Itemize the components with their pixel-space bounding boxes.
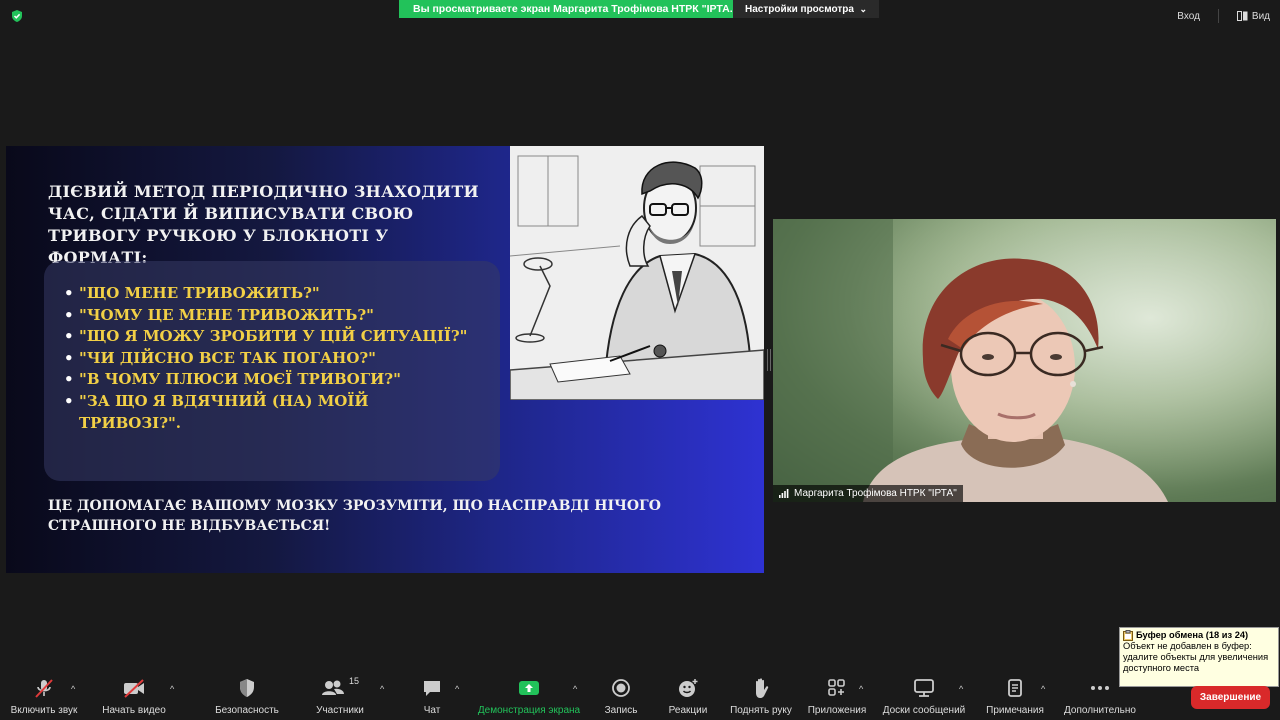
man-sketch-illustration <box>510 146 764 400</box>
notes-options-caret[interactable]: ^ <box>1041 684 1045 694</box>
view-settings-button[interactable]: Настройки просмотра ⌄ <box>733 0 879 18</box>
participant-name-tag: Маргарита Трофімова НТРК "ІРТА" <box>773 485 963 502</box>
whiteboard-icon <box>914 679 934 697</box>
record-button[interactable]: Запись <box>598 676 644 716</box>
participants-label: Участники <box>316 705 364 716</box>
signal-strength-icon <box>779 489 789 498</box>
reactions-button[interactable]: Реакции <box>664 676 712 716</box>
apps-options-caret[interactable]: ^ <box>859 684 863 694</box>
microphone-muted-icon <box>35 679 53 698</box>
chat-options-caret[interactable]: ^ <box>455 684 459 694</box>
record-icon <box>612 679 630 697</box>
participant-video-tile[interactable]: Маргарита Трофімова НТРК "ІРТА" <box>773 219 1276 502</box>
clipboard-message: Объект не добавлен в буфер: удалите объе… <box>1123 641 1269 673</box>
shield-check-icon[interactable] <box>10 9 24 23</box>
start-video-button[interactable]: Начать видео <box>100 676 168 716</box>
clipboard-icon <box>1123 630 1133 641</box>
record-label: Запись <box>604 705 638 716</box>
top-right-controls: Вход Вид <box>1177 9 1270 23</box>
apps-button[interactable]: Приложения <box>804 676 870 716</box>
sharing-status-text: Вы просматриваете экран Маргарита Трофім… <box>399 0 733 18</box>
unmute-label: Включить звук <box>10 705 78 716</box>
smiley-icon <box>679 679 698 697</box>
shared-slide: ДІЄВИЙ МЕТОД ПЕРІОДИЧНО ЗНАХОДИТИ ЧАС, С… <box>6 146 764 573</box>
chat-bubble-icon <box>424 681 440 696</box>
question-item: "ЧОМУ ЦЕ МЕНЕ ТРИВОЖИТЬ?" <box>64 305 468 327</box>
unmute-button[interactable]: Включить звук <box>8 676 80 716</box>
camera-off-icon <box>124 679 144 698</box>
view-label: Вид <box>1251 10 1270 22</box>
participants-options-caret[interactable]: ^ <box>380 684 384 694</box>
view-settings-label: Настройки просмотра <box>745 3 854 15</box>
raise-hand-label: Поднять руку <box>730 705 792 716</box>
notes-button[interactable]: Примечания <box>982 676 1048 716</box>
notes-icon <box>1008 679 1022 697</box>
chat-button[interactable]: Чат <box>412 676 452 716</box>
more-dots-icon <box>1091 686 1109 690</box>
end-meeting-button[interactable]: Завершение <box>1191 686 1270 709</box>
share-options-caret[interactable]: ^ <box>573 684 577 694</box>
apps-icon <box>828 679 845 696</box>
whiteboards-label: Доски сообщений <box>882 705 966 716</box>
more-button[interactable]: Дополнительно <box>1060 676 1140 716</box>
separator <box>1217 9 1219 23</box>
chat-label: Чат <box>423 705 441 716</box>
start-video-label: Начать видео <box>102 705 166 716</box>
security-shield-icon <box>240 679 254 697</box>
participants-button[interactable]: 15 Участники <box>310 676 370 716</box>
raise-hand-button[interactable]: Поднять руку <box>726 676 796 716</box>
share-screen-button[interactable]: Демонстрация экрана <box>474 676 584 716</box>
slide-heading: ДІЄВИЙ МЕТОД ПЕРІОДИЧНО ЗНАХОДИТИ ЧАС, С… <box>48 182 479 267</box>
whiteboards-options-caret[interactable]: ^ <box>959 684 963 694</box>
question-item: "ЩО Я МОЖУ ЗРОБИТИ У ЦІЙ СИТУАЦІЇ?" <box>64 326 467 348</box>
view-button[interactable]: Вид <box>1236 10 1270 22</box>
clipboard-title: Буфер обмена (18 из 24) <box>1136 630 1249 640</box>
reactions-label: Реакции <box>668 705 708 716</box>
exit-button[interactable]: Вход <box>1177 11 1200 22</box>
view-grid-icon <box>1236 11 1248 21</box>
question-item: "ЩО МЕНЕ ТРИВОЖИТЬ?" <box>64 283 468 305</box>
meeting-toolbar: Включить звук ^ Начать видео ^ Безопасно… <box>0 676 1280 720</box>
question-item: "ЗА ЩО Я ВДЯЧНИЙ (НА) МОЇЙ ТРИВОЗІ?". <box>64 391 399 434</box>
questions-list: "ЩО МЕНЕ ТРИВОЖИТЬ?" "ЧОМУ ЦЕ МЕНЕ ТРИВО… <box>64 283 468 434</box>
screen-share-banner: Вы просматриваете экран Маргарита Трофім… <box>399 0 879 18</box>
audio-options-caret[interactable]: ^ <box>71 684 75 694</box>
participant-video-frame <box>773 219 1276 502</box>
whiteboards-button[interactable]: Доски сообщений <box>878 676 970 716</box>
share-screen-label: Демонстрация экрана <box>477 705 581 716</box>
more-label: Дополнительно <box>1064 705 1136 716</box>
share-screen-icon <box>519 681 539 695</box>
participants-icon <box>321 680 344 695</box>
video-options-caret[interactable]: ^ <box>170 684 174 694</box>
security-button[interactable]: Безопасность <box>212 676 282 716</box>
apps-label: Приложения <box>807 705 867 716</box>
participants-count: 15 <box>348 676 359 686</box>
notes-label: Примечания <box>986 705 1044 716</box>
slide-footer: ЦЕ ДОПОМАГАЄ ВАШОМУ МОЗКУ ЗРОЗУМІТИ, ЩО … <box>48 498 661 534</box>
panel-resize-handle[interactable] <box>767 349 771 371</box>
question-item: "В ЧОМУ ПЛЮСИ МОЄЇ ТРИВОГИ?" <box>64 369 468 391</box>
chevron-down-icon: ⌄ <box>859 3 867 14</box>
participant-name: Маргарита Трофімова НТРК "ІРТА" <box>794 488 957 499</box>
security-label: Безопасность <box>215 705 279 716</box>
raise-hand-icon <box>756 678 769 698</box>
question-item: "ЧИ ДІЙСНО ВСЕ ТАК ПОГАНО?" <box>64 348 468 370</box>
